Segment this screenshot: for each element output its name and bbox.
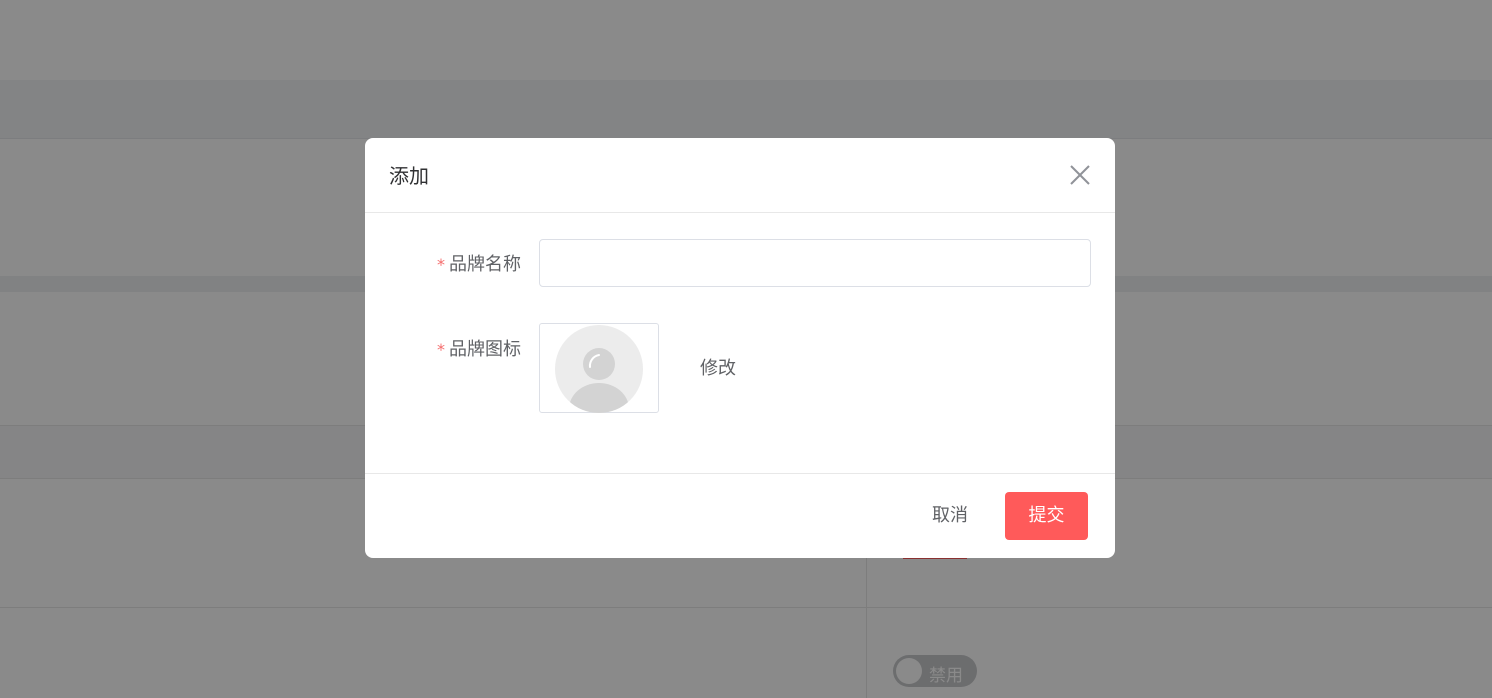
- brand-icon-label-text: 品牌图标: [449, 339, 521, 360]
- close-button[interactable]: [1065, 160, 1095, 190]
- submit-button[interactable]: 提交: [1005, 492, 1088, 540]
- dialog-title: 添加: [389, 164, 429, 188]
- add-brand-dialog: 添加 * 品牌名称 * 品牌图标 修改 取消 提交: [365, 138, 1115, 558]
- dialog-header: 添加: [365, 138, 1115, 213]
- brand-icon-upload[interactable]: [539, 323, 659, 413]
- dialog-footer: 取消 提交: [365, 473, 1115, 558]
- brand-name-label-text: 品牌名称: [449, 254, 521, 275]
- required-star: *: [437, 340, 445, 359]
- modify-icon-link[interactable]: 修改: [700, 354, 736, 380]
- close-icon: [1070, 165, 1090, 185]
- brand-name-label: * 品牌名称: [437, 250, 521, 276]
- brand-name-input[interactable]: [539, 239, 1091, 287]
- cancel-button[interactable]: 取消: [920, 492, 980, 540]
- page: 禁用 添加 * 品牌名称 * 品牌图标 修改 取消 提交: [0, 0, 1492, 698]
- brand-icon-label: * 品牌图标: [437, 335, 521, 361]
- required-star: *: [437, 255, 445, 274]
- user-avatar-placeholder-icon: [555, 325, 643, 413]
